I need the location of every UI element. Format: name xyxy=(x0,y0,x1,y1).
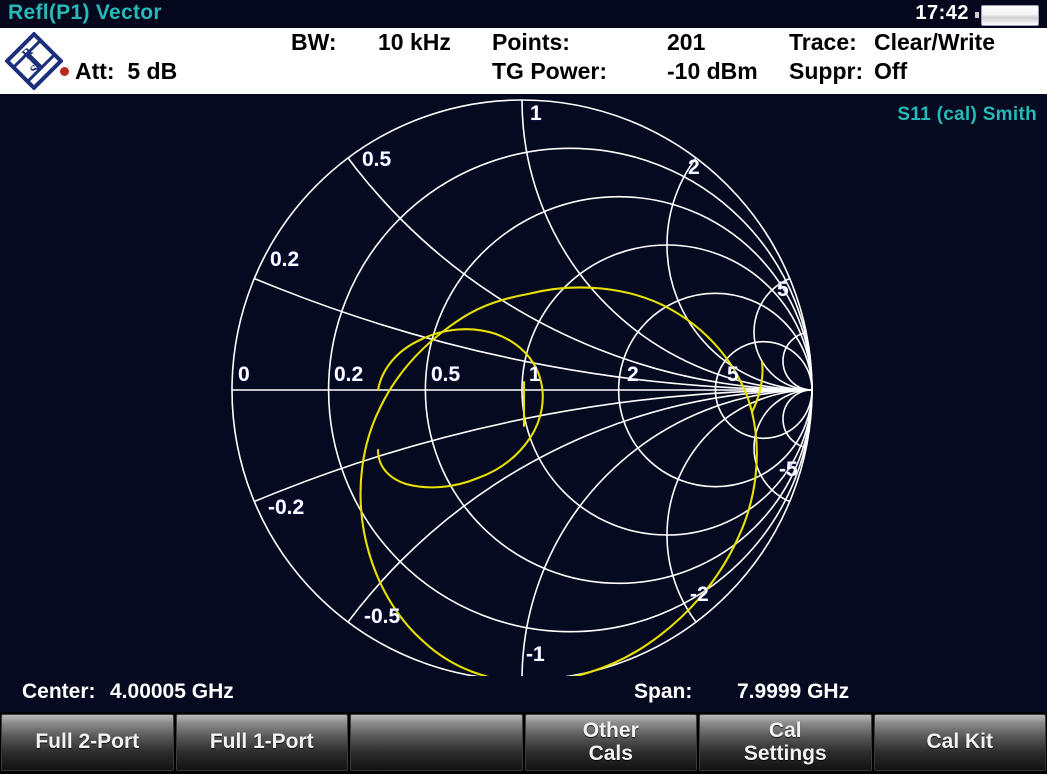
attenuation-label: Att: xyxy=(75,58,115,84)
label-x-neg-1: -1 xyxy=(526,643,545,667)
battery-terminal-icon xyxy=(975,12,979,18)
softkey-full-1-port[interactable]: Full 1-Port xyxy=(176,714,349,771)
s11-inner-loop xyxy=(378,329,543,487)
frequency-footer: Center: 4.00005 GHz Span: 7.9999 GHz xyxy=(0,676,1047,712)
s11-outer-loop xyxy=(361,287,757,676)
label-r-0: 0 xyxy=(238,363,250,387)
softkey-cal-settings-line2: Settings xyxy=(744,743,827,765)
softkey-empty[interactable] xyxy=(350,714,523,771)
points-label: Points: xyxy=(492,29,570,56)
title-bar: Refl(P1) Vector 17:42 xyxy=(0,0,1047,28)
x-arc-neg-2 xyxy=(667,390,957,676)
label-x-1: 1 xyxy=(530,102,542,126)
label-x-2: 2 xyxy=(688,156,700,180)
softkey-cal-settings[interactable]: Cal Settings xyxy=(699,714,872,771)
softkey-bar: Full 2-Port Full 1-Port Other Cals Cal S… xyxy=(0,712,1047,774)
attenuation-readout: Att: 5 dB xyxy=(60,58,177,85)
suppr-label: Suppr: xyxy=(789,58,863,85)
points-value: 201 xyxy=(667,29,705,56)
label-r-5: 5 xyxy=(727,363,739,387)
softkey-cal-kit-line1: Cal Kit xyxy=(926,731,993,753)
tg-power-value: -10 dBm xyxy=(667,58,758,85)
x-arc-neg-0p2 xyxy=(0,390,1047,676)
smith-chart-area[interactable]: S11 (cal) Smith xyxy=(0,96,1047,676)
x-arc-pos-0p5 xyxy=(232,96,1047,390)
smith-chart-graphic xyxy=(0,96,1047,676)
label-r-1: 1 xyxy=(529,363,541,387)
suppr-value: Off xyxy=(874,58,907,85)
label-x-0p2: 0.2 xyxy=(270,248,299,272)
attenuation-value: 5 dB xyxy=(127,58,177,84)
window-title: Refl(P1) Vector xyxy=(8,1,162,25)
softkey-full-2-port-line1: Full 2-Port xyxy=(35,731,139,753)
measurement-header: R S Att: 5 dB BW: 10 kHz Points: 201 Tra… xyxy=(0,28,1047,96)
x-arc-pos-2 xyxy=(667,100,957,390)
span-label: Span: xyxy=(634,680,692,704)
clock: 17:42 xyxy=(915,2,969,25)
battery-icon xyxy=(981,5,1039,26)
bw-value: 10 kHz xyxy=(378,29,451,56)
trace-label: Trace: xyxy=(789,29,857,56)
softkey-full-2-port[interactable]: Full 2-Port xyxy=(1,714,174,771)
tg-power-label: TG Power: xyxy=(492,58,607,85)
attenuation-status-dot-icon xyxy=(60,67,69,76)
rohde-schwarz-logo-icon: R S xyxy=(5,32,63,90)
center-value: 4.00005 GHz xyxy=(110,680,234,704)
softkey-cal-settings-line1: Cal xyxy=(744,720,827,742)
trace-value: Clear/Write xyxy=(874,29,995,56)
label-r-0p5: 0.5 xyxy=(431,363,460,387)
bw-label: BW: xyxy=(291,29,337,56)
label-x-neg-5: -5 xyxy=(779,458,798,482)
softkey-other-cals[interactable]: Other Cals xyxy=(525,714,698,771)
label-r-0p2: 0.2 xyxy=(334,363,363,387)
softkey-other-cals-line1: Other xyxy=(583,720,639,742)
label-x-5: 5 xyxy=(777,278,789,302)
label-r-2: 2 xyxy=(627,363,639,387)
label-x-neg-0p5: -0.5 xyxy=(364,605,400,629)
label-x-0p5: 0.5 xyxy=(362,148,391,172)
softkey-full-1-port-line1: Full 1-Port xyxy=(210,731,314,753)
span-value: 7.9999 GHz xyxy=(737,680,849,704)
label-x-neg-2: -2 xyxy=(690,583,709,607)
softkey-cal-kit[interactable]: Cal Kit xyxy=(874,714,1047,771)
center-label: Center: xyxy=(22,680,96,704)
softkey-other-cals-line2: Cals xyxy=(583,743,639,765)
label-x-neg-0p2: -0.2 xyxy=(268,496,304,520)
analyzer-screen: Refl(P1) Vector 17:42 R S Att: 5 dB BW: … xyxy=(0,0,1047,774)
x-arc-pos-0p2 xyxy=(0,96,1047,390)
